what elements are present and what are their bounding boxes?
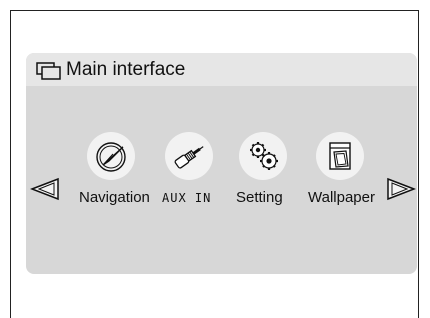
compass-icon <box>87 132 135 180</box>
aux-plug-icon <box>165 132 213 180</box>
menu-label-setting: Setting <box>236 189 283 206</box>
menu-item-aux-in[interactable]: AUX IN <box>160 132 230 212</box>
menu-label-aux-in: AUX IN <box>162 191 212 205</box>
left-arrow-icon[interactable] <box>30 176 60 202</box>
menu-item-wallpaper[interactable]: Wallpaper <box>306 132 382 212</box>
menu-item-setting[interactable]: Setting <box>234 132 294 212</box>
right-arrow-icon[interactable] <box>386 176 416 202</box>
window-title: Main interface <box>66 59 186 80</box>
menu-label-navigation: Navigation <box>79 189 150 206</box>
menu-item-navigation[interactable]: Navigation <box>78 132 158 212</box>
menu-label-wallpaper: Wallpaper <box>308 189 375 206</box>
windows-icon <box>36 62 61 80</box>
gears-icon <box>239 132 287 180</box>
wallpaper-icon <box>316 132 364 180</box>
